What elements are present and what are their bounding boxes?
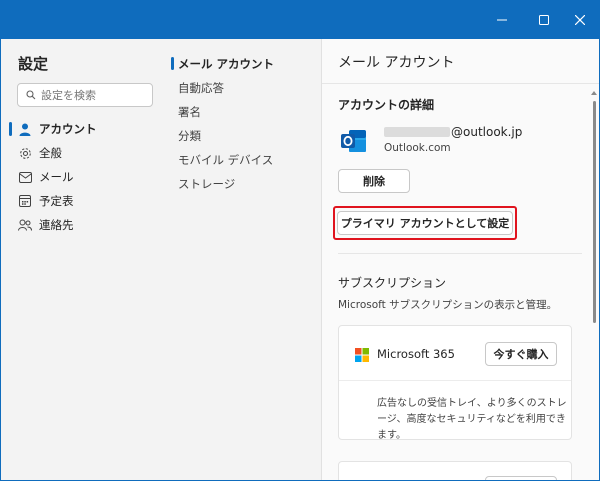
product-name: Microsoft 365 [377,347,455,361]
account-details-heading: アカウントの詳細 [338,98,435,112]
second-subscription-card [338,461,572,480]
settings-nav-pane: 設定 アカウント 全般 メール [1,39,167,480]
nav-item-mail[interactable]: メール [18,167,74,187]
nav-item-label: 予定表 [39,194,74,208]
content-title: メール アカウント [338,55,455,71]
submenu-item-storage[interactable]: ストレージ [178,176,235,192]
card-divider [339,380,571,381]
calendar-icon [18,194,32,208]
set-primary-account-button[interactable]: プライマリ アカウントとして設定 [337,211,513,235]
search-icon [26,90,36,100]
account-email: @outlook.jp [384,125,522,139]
settings-title: 設定 [18,55,49,73]
outlook-settings-window: 設定 アカウント 全般 メール [0,0,600,481]
account-submenu-pane: メール アカウント 自動応答 署名 分類 モバイル デバイス ストレージ [167,39,321,480]
close-button[interactable] [559,1,599,39]
buy-now-button[interactable]: 今すぐ購入 [485,342,557,366]
submenu-item-signatures[interactable]: 署名 [178,104,201,120]
section-divider [338,253,582,254]
active-indicator [9,122,12,136]
title-bar [1,1,599,39]
minimize-button[interactable] [481,1,523,39]
outlook-logo-icon [341,130,366,152]
mail-accounts-content: メール アカウント アカウントの詳細 @outlook.jp Outlook.c… [321,39,599,480]
submenu-item-categories[interactable]: 分類 [178,128,201,144]
nav-item-account[interactable]: アカウント [18,119,97,139]
nav-item-label: メール [39,170,74,184]
redacted-username [384,127,450,137]
card-action-button[interactable] [485,476,557,480]
nav-item-label: 全般 [39,146,62,160]
account-email-domain: @outlook.jp [451,125,523,139]
nav-item-contacts[interactable]: 連絡先 [18,215,74,235]
microsoft-365-card: Microsoft 365 今すぐ購入 広告なしの受信トレイ、より多くのストレー… [338,325,572,441]
scrollbar-thumb[interactable] [593,101,596,323]
delete-button[interactable]: 削除 [338,169,410,193]
settings-search-input[interactable] [41,88,141,102]
minimize-icon [497,19,507,21]
submenu-item-mobile-devices[interactable]: モバイル デバイス [178,152,273,168]
microsoft-logo-icon [355,348,369,362]
nav-item-label: 連絡先 [39,218,74,232]
gear-icon [18,146,32,160]
scroll-up-arrow-icon[interactable] [590,89,598,97]
people-icon [18,218,32,232]
account-row: @outlook.jp Outlook.com [338,125,588,165]
mail-icon [18,170,32,184]
settings-search-box[interactable] [17,83,153,107]
submenu-item-auto-replies[interactable]: 自動応答 [178,80,224,96]
nav-item-calendar[interactable]: 予定表 [18,191,74,211]
person-icon [18,122,32,136]
subscription-description: Microsoft サブスクリプションの表示と管理。 [338,299,558,311]
subscription-heading: サブスクリプション [338,276,447,290]
submenu-active-indicator [171,57,174,70]
product-description: 広告なしの受信トレイ、より多くのストレージ、高度なセキュリティなどを利用できます… [377,398,567,441]
account-type: Outlook.com [384,142,451,154]
title-divider [322,83,599,84]
maximize-icon [539,15,549,25]
submenu-item-mail-accounts[interactable]: メール アカウント [178,56,274,72]
nav-item-general[interactable]: 全般 [18,143,62,163]
nav-item-label: アカウント [39,122,97,136]
close-icon [575,15,585,25]
